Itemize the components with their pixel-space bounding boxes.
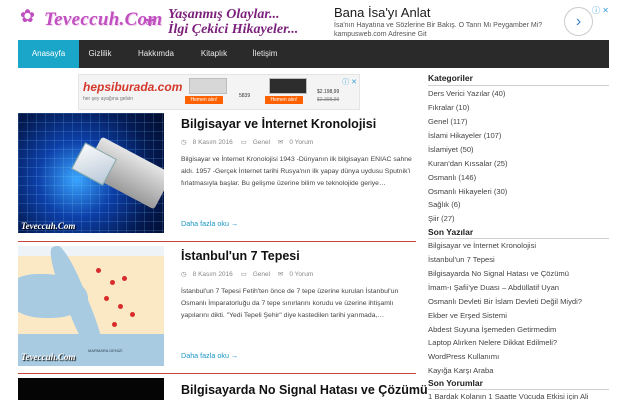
nav-item-hakkimda[interactable]: Hakkımda [121,40,191,68]
category-item[interactable]: Şiir (27) [428,214,455,223]
category-item[interactable]: İslamiyet (50) [428,145,474,154]
product-image [189,78,227,94]
post-thumbnail[interactable]: Teveccuh.Com [18,113,164,233]
recent-post-item[interactable]: WordPress Kullanımı [428,352,499,361]
comment-icon: ✉ [277,139,284,146]
recent-comments-heading: Son Yorumlar [428,378,483,388]
thumbnail-watermark: Teveccuh.Com [21,221,76,231]
post-separator [18,373,416,374]
header-ad[interactable]: Bana İsa'yı Anlat İsa'nın Hayatına ve Sö… [326,3,611,39]
tagline-line2: İlgi Çekici Hikayeler... [168,22,299,37]
nav-item-iletisim[interactable]: İletişim [237,40,293,68]
post-separator [18,241,416,242]
banner-logo: hepsiburada.com [83,80,183,94]
recent-post-item[interactable]: İmam-ı Şafii'ye Duası – Abdüllatif Uyan [428,283,559,292]
category-item[interactable]: İslami Hikayeler (107) [428,131,501,140]
map-label: MARMARA DENİZİ [88,348,123,353]
folder-icon: ▭ [240,139,247,146]
category-item[interactable]: Ders Verici Yazılar (40) [428,89,505,98]
ad-choices-icon[interactable]: ⓘ ✕ [342,77,357,87]
recent-post-item[interactable]: İstanbul'un 7 Tepesi [428,255,495,264]
category-item[interactable]: Genel (117) [428,117,468,126]
post-item: Bilgisayarda No Signal Hatası ve Çözümü [18,378,428,400]
post-thumbnail[interactable]: MARMARA DENİZİ Teveccuh.Com [18,246,164,366]
recent-post-item[interactable]: Laptop Alırken Nelere Dikkat Edilmeli? [428,338,557,347]
ad-description: İsa'nın Hayatına ve Sözlerine Bir Bakış.… [334,22,543,38]
recent-posts-heading: Son Yazılar [428,227,474,237]
category-item[interactable]: Osmanlı (146) [428,173,476,182]
post-comments[interactable]: 0 Yorum [289,271,313,278]
post-item: Teveccuh.Com Bilgisayar ve İnternet Kron… [18,113,416,243]
recent-comment-item[interactable]: 1 Bardak Kolanın 1 Saatte Vücuda Etkisi … [428,392,588,400]
map-marker-icon [118,304,123,309]
nav-item-gizlilik[interactable]: Gizlilik [79,40,121,68]
category-item[interactable]: Sağlık (6) [428,200,461,209]
product-old-price: $2.398,99 [317,97,340,103]
nav-item-anasayfa[interactable]: Anasayfa [18,40,79,68]
banner-tagline: her şey ayağına gelsin [83,96,134,102]
read-more-link[interactable]: Daha fazla oku → [181,351,238,360]
post-item: MARMARA DENİZİ Teveccuh.Com İstanbul'un … [18,246,416,376]
map-marker-icon [112,322,117,327]
banner-product[interactable]: Hemen alın! [185,78,233,104]
post-date: 8 Kasım 2016 [192,271,233,278]
chevron-right-icon[interactable]: › [564,7,593,36]
post-excerpt: İstanbul'un 7 Tepesi Fetih'ten önce de 7… [181,288,399,320]
ad-choices-icon[interactable]: ⓘ ✕ [592,5,609,16]
post-title[interactable]: Bilgisayarda No Signal Hatası ve Çözümü [181,383,428,397]
nav-item-kitaplik[interactable]: Kitaplık [191,40,237,68]
folder-icon: ▭ [240,271,247,278]
map-marker-icon [130,312,135,317]
product-price: $2.198,99 [317,89,340,95]
calendar-icon: ◷ [181,139,187,146]
section-divider [428,238,609,239]
recent-post-item[interactable]: Bilgisayarda No Signal Hatası ve Çözümü [428,269,569,278]
category-item[interactable]: Kuran'dan Kıssalar (25) [428,159,508,168]
calendar-icon: ◷ [181,271,187,278]
post-title[interactable]: Bilgisayar ve İnternet Kronolojisi [181,117,376,131]
post-meta: ◷ 8 Kasım 2016 ▭ Genel ✉ 0 Yorum [181,138,319,146]
thumbnail-watermark: Teveccuh.Com [21,352,76,362]
read-more-link[interactable]: Daha fazla oku → [181,219,238,228]
tagline-line1: Yaşanmış Olaylar... [168,7,280,22]
post-meta: ◷ 8 Kasım 2016 ▭ Genel ✉ 0 Yorum [181,270,319,278]
sidebar: Kategoriler Ders Verici Yazılar (40) Fık… [428,72,609,400]
buy-button[interactable]: Hemen alın! [185,96,223,104]
map-marker-icon [110,280,115,285]
main-nav: Anasayfa Gizlilik Hakkımda Kitaplık İlet… [18,40,609,68]
flower-icon: ✿ [20,6,36,26]
flower-icon: ✾ [145,15,156,29]
post-category[interactable]: Genel [253,139,270,146]
comment-icon: ✉ [277,271,284,278]
post-comments[interactable]: 0 Yorum [289,139,313,146]
ad-title[interactable]: Bana İsa'yı Anlat [334,5,430,20]
buy-button[interactable]: Hemen alın! [265,96,303,104]
category-item[interactable]: Osmanlı Hikayeleri (30) [428,187,507,196]
post-excerpt: Bilgisayar ve İnternet Kronolojisi 1943 … [181,156,412,188]
post-thumbnail[interactable] [18,378,164,400]
map-marker-icon [122,276,127,281]
recent-post-item[interactable]: Abdest Suyuna İşemeden Getirmedim [428,325,556,334]
recent-post-item[interactable]: Ekber ve Erşed Sistemi [428,311,507,320]
post-category[interactable]: Genel [253,271,270,278]
product-image [269,78,307,94]
section-divider [428,389,609,390]
site-logo[interactable]: ✿ Teveccuh.Com ✾ Yaşanmış Olaylar... İlg… [20,5,305,37]
product-price: 5839 [239,93,251,99]
hepsiburada-banner[interactable]: hepsiburada.com her şey ayağına gelsin H… [78,74,360,110]
post-title[interactable]: İstanbul'un 7 Tepesi [181,249,300,263]
recent-post-item[interactable]: Osmanlı Devleti Bir İslam Devleti Değil … [428,297,582,306]
post-date: 8 Kasım 2016 [192,139,233,146]
category-item[interactable]: Fıkralar (10) [428,103,469,112]
page: ✿ Teveccuh.Com ✾ Yaşanmış Olaylar... İlg… [0,0,619,400]
recent-post-item[interactable]: Bilgisayar ve İnternet Kronolojisi [428,241,536,250]
site-header: ✿ Teveccuh.Com ✾ Yaşanmış Olaylar... İlg… [0,0,619,40]
section-divider [428,85,609,86]
map-marker-icon [104,296,109,301]
categories-heading: Kategoriler [428,73,473,83]
map-marker-icon [96,268,101,273]
banner-product[interactable]: Hemen alın! [265,78,313,104]
recent-post-item[interactable]: Kayığa Karşı Araba [428,366,493,375]
